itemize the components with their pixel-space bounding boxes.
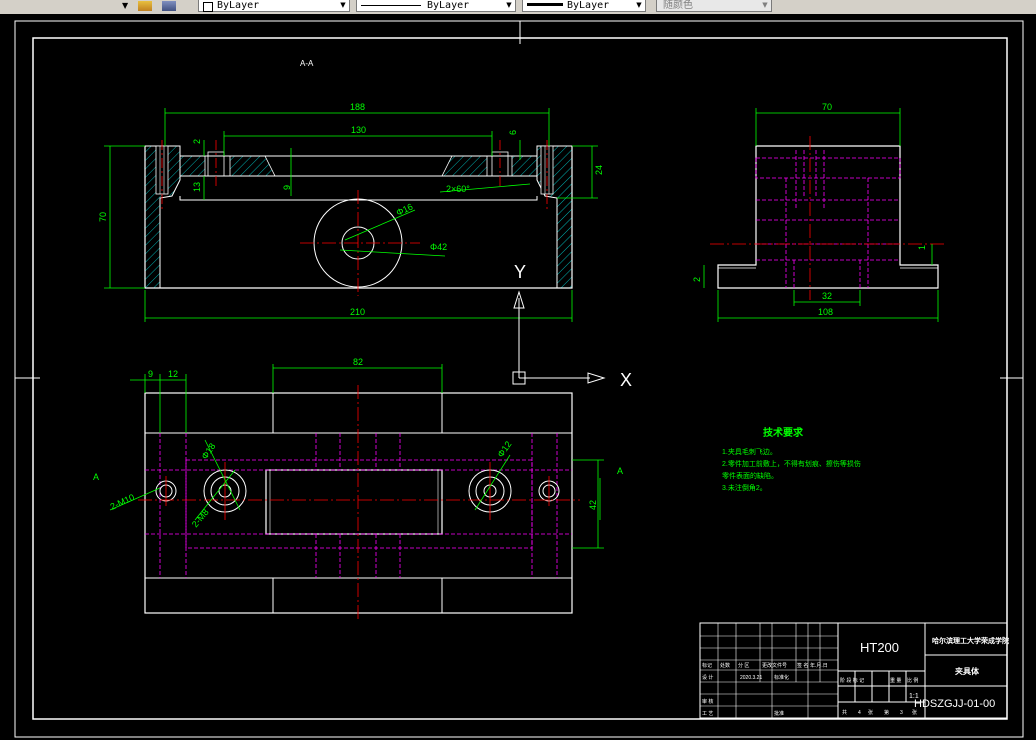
plotstyle-control-combo[interactable]: 随颜色 ▼: [656, 0, 772, 12]
svg-text:2: 2: [692, 277, 702, 282]
color-control-combo[interactable]: ByLayer ▼: [198, 0, 350, 12]
svg-text:第: 第: [884, 709, 889, 716]
tech-req-title: 技术要求: [763, 426, 804, 439]
svg-text:9: 9: [148, 369, 153, 379]
svg-text:6: 6: [508, 130, 518, 135]
chevron-down-icon[interactable]: ▼: [503, 0, 515, 11]
chevron-down-icon[interactable]: ▼: [759, 0, 771, 11]
material-label: HT200: [860, 640, 899, 655]
color-swatch-icon: [203, 2, 213, 12]
svg-text:2020.3.21: 2020.3.21: [740, 675, 762, 681]
svg-text:分 区: 分 区: [738, 662, 749, 669]
svg-text:张: 张: [912, 709, 917, 716]
svg-text:2: 2: [192, 139, 202, 144]
svg-text:210: 210: [350, 307, 365, 317]
tech-req-item: 1.夹具毛刺飞边。: [722, 447, 777, 456]
school-label: 哈尔滨理工大学荣成学院: [932, 636, 1009, 645]
drawing-number-label: HDSZGJJ-01-00: [914, 698, 995, 710]
linetype-control-combo[interactable]: ByLayer ▼: [356, 0, 516, 12]
color-control-value: ByLayer: [217, 0, 260, 11]
svg-text:24: 24: [594, 165, 604, 175]
svg-text:188: 188: [350, 102, 365, 112]
dropdown-arrow-icon[interactable]: ▼: [122, 0, 128, 12]
svg-text:12: 12: [168, 369, 178, 379]
svg-text:审 核: 审 核: [702, 698, 713, 705]
scale-label: 1:1: [909, 693, 919, 700]
svg-text:108: 108: [818, 307, 833, 317]
svg-text:工 艺: 工 艺: [702, 711, 713, 717]
lineweight-control-value: ByLayer: [567, 0, 610, 11]
svg-text:A: A: [617, 466, 623, 476]
svg-text:82: 82: [353, 357, 363, 367]
layer-previous-icon[interactable]: [162, 1, 176, 11]
svg-text:共: 共: [842, 709, 847, 716]
svg-text:标记: 标记: [702, 662, 712, 669]
ucs-x-label: X: [620, 370, 632, 390]
lineweight-control-combo[interactable]: ByLayer ▼: [522, 0, 646, 12]
model-space-background: [0, 14, 1036, 740]
svg-text:更改文件号: 更改文件号: [762, 662, 787, 669]
linetype-control-value: ByLayer: [427, 0, 470, 11]
svg-text:标准化: 标准化: [774, 674, 789, 681]
svg-text:130: 130: [351, 125, 366, 135]
svg-text:批准: 批准: [774, 710, 784, 717]
tech-req-item: 3.未注倒角2。: [722, 483, 767, 492]
svg-text:4: 4: [858, 710, 861, 716]
svg-text:70: 70: [822, 102, 832, 112]
svg-text:阶 段 标 记: 阶 段 标 记: [840, 677, 864, 684]
properties-toolbar: ▼ ByLayer ▼ ByLayer ▼ ByLayer ▼ 随颜色 ▼: [0, 0, 1036, 15]
part-name-label: 夹具体: [955, 666, 980, 676]
svg-text:70: 70: [98, 212, 108, 222]
svg-text:2×60°: 2×60°: [446, 184, 470, 194]
svg-text:Φ42: Φ42: [430, 242, 447, 252]
tech-req-item: 零件表面的缺陷。: [722, 471, 778, 480]
plotstyle-control-value: 随颜色: [663, 0, 693, 11]
svg-text:重 量: 重 量: [890, 677, 901, 684]
svg-text:张: 张: [868, 709, 873, 716]
section-label: A-A: [300, 59, 314, 68]
linetype-preview: [361, 5, 421, 6]
ucs-y-label: Y: [514, 262, 526, 282]
svg-text:3: 3: [900, 710, 903, 716]
lineweight-preview: [527, 3, 563, 6]
tech-req-item: 2.零件加工前敷上，不得有划痕、擦伤等损伤: [722, 459, 861, 468]
svg-text:比 例: 比 例: [907, 677, 918, 684]
layer-states-icon[interactable]: [138, 1, 152, 11]
svg-text:1: 1: [917, 245, 927, 250]
chevron-down-icon[interactable]: ▼: [337, 0, 349, 11]
svg-text:32: 32: [822, 291, 832, 301]
svg-text:年.月.日: 年.月.日: [810, 662, 828, 669]
svg-text:9: 9: [282, 185, 292, 190]
chevron-down-icon[interactable]: ▼: [633, 0, 645, 11]
svg-text:签 名: 签 名: [797, 662, 808, 669]
svg-text:处数: 处数: [720, 662, 730, 669]
svg-text:A: A: [93, 472, 99, 482]
drawing-canvas[interactable]: A-A 188 130 210 70 24 2 13 9 6 2×60° Φ16…: [0, 14, 1036, 740]
svg-text:设 计: 设 计: [702, 674, 713, 681]
svg-text:13: 13: [192, 182, 202, 192]
svg-text:42: 42: [588, 500, 598, 510]
